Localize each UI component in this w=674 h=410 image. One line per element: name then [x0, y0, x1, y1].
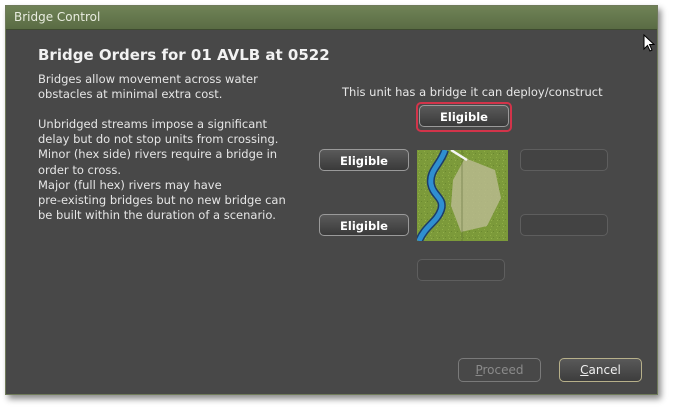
window-title: Bridge Control: [14, 10, 101, 24]
proceed-label: roceed: [482, 363, 524, 377]
bridge-lower-left-button[interactable]: Eligible: [319, 214, 409, 236]
deploy-info-text: This unit has a bridge it can deploy/con…: [342, 85, 603, 99]
bridge-bottom-button[interactable]: [417, 259, 505, 281]
description-paragraph-2: Unbridged streams impose a significant d…: [38, 117, 286, 223]
hex-map-preview: [417, 150, 508, 241]
bridge-top-button[interactable]: Eligible: [419, 105, 509, 127]
description-paragraph-1: Bridges allow movement across water obst…: [38, 72, 258, 102]
mouse-cursor-icon: [643, 34, 656, 52]
cancel-button[interactable]: Cancel: [559, 358, 642, 382]
bridge-lower-right-button[interactable]: [520, 214, 608, 236]
orders-heading: Bridge Orders for 01 AVLB at 0522: [38, 46, 330, 64]
screen: Bridge Control Bridge Orders for 01 AVLB…: [0, 0, 674, 410]
proceed-mnemonic: P: [475, 363, 483, 377]
bridge-control-dialog: Bridge Control Bridge Orders for 01 AVLB…: [5, 5, 658, 395]
cancel-label: ancel: [588, 363, 621, 377]
bridge-upper-right-button[interactable]: [520, 149, 608, 171]
proceed-button[interactable]: Proceed: [458, 358, 541, 382]
bridge-upper-left-button[interactable]: Eligible: [319, 149, 409, 171]
cancel-mnemonic: C: [580, 363, 589, 377]
title-bar[interactable]: Bridge Control: [6, 6, 657, 30]
